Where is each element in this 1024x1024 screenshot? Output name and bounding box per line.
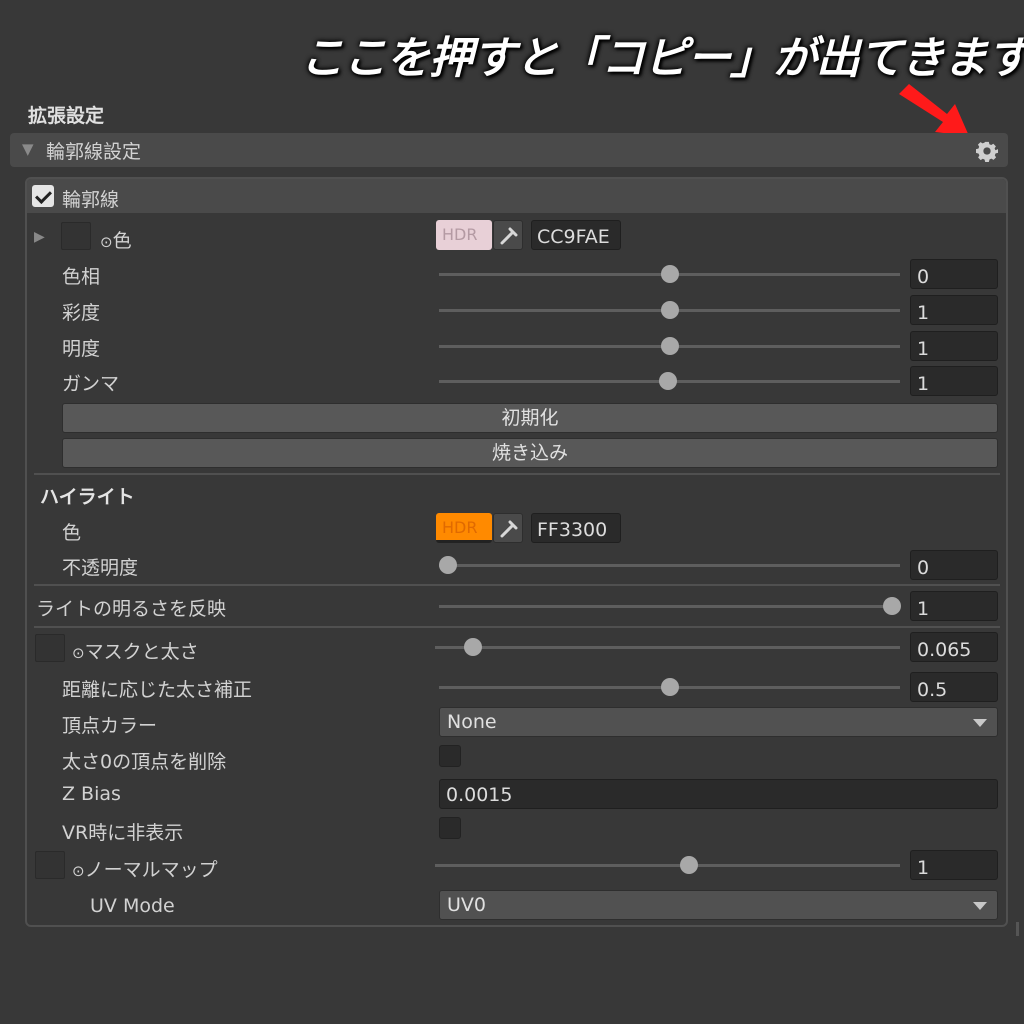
light-reflect-slider-thumb[interactable]	[883, 597, 901, 615]
mask-width-slider-track[interactable]	[435, 646, 900, 649]
z-bias-label: Z Bias	[62, 783, 121, 805]
eyedropper-button[interactable]	[493, 220, 523, 250]
foldout-header[interactable]	[10, 133, 1008, 167]
hue-label: 色相	[62, 266, 101, 288]
brightness-value[interactable]: 1	[910, 331, 998, 361]
outline-panel-header	[27, 179, 1006, 213]
distance-correction-label: 距離に応じた太さ補正	[62, 679, 253, 701]
normal-map-label: ノーマルマップ	[84, 859, 218, 881]
saturation-value[interactable]: 1	[910, 295, 998, 325]
texture-slot[interactable]	[35, 634, 65, 662]
divider	[34, 473, 1000, 475]
distance-correction-value[interactable]: 0.5	[910, 672, 998, 702]
brightness-label: 明度	[62, 338, 101, 360]
texture-circle-icon: ⊙	[72, 644, 85, 662]
mask-width-slider-thumb[interactable]	[464, 638, 482, 656]
gamma-value[interactable]: 1	[910, 366, 998, 396]
light-reflect-label: ライトの明るさを反映	[36, 598, 227, 620]
mask-width-label: マスクと太さ	[84, 641, 199, 663]
foldout-arrow-icon[interactable]: ▼	[22, 140, 34, 158]
outline-color-label: 色	[112, 230, 132, 252]
chevron-down-icon	[973, 902, 987, 910]
eyedropper-button[interactable]	[493, 513, 523, 543]
highlight-color-label: 色	[62, 522, 82, 544]
hide-in-vr-checkbox[interactable]	[439, 817, 461, 839]
saturation-slider-thumb[interactable]	[661, 301, 679, 319]
eyedropper-icon	[500, 227, 518, 245]
highlight-heading: ハイライト	[40, 486, 135, 508]
opacity-slider-track[interactable]	[439, 564, 900, 567]
scrollbar[interactable]	[1016, 922, 1019, 936]
vertex-color-dropdown[interactable]: None	[439, 707, 998, 737]
saturation-label: 彩度	[62, 302, 101, 324]
highlight-color-swatch[interactable]: HDR	[436, 513, 492, 543]
chevron-down-icon	[973, 719, 987, 727]
mask-width-label-row: ⊙マスクと太さ	[72, 637, 199, 664]
texture-slot[interactable]	[35, 851, 65, 879]
gamma-slider-thumb[interactable]	[659, 372, 677, 390]
outline-color-label-row: ⊙色	[100, 226, 132, 253]
outline-color-hex[interactable]: CC9FAE	[531, 220, 621, 250]
outline-toggle-checkbox[interactable]	[32, 185, 54, 207]
light-reflect-slider-track[interactable]	[439, 605, 900, 608]
hdr-label: HDR	[442, 518, 478, 537]
outline-color-swatch[interactable]: HDR	[436, 220, 492, 250]
opacity-value[interactable]: 0	[910, 550, 998, 580]
divider	[34, 626, 1000, 628]
annotation-caption: ここを押すと「コピー」が出てきます	[300, 33, 1024, 84]
section-title: 拡張設定	[28, 105, 105, 127]
brightness-slider-thumb[interactable]	[661, 337, 679, 355]
uv-mode-selected: UV0	[447, 894, 486, 916]
texture-circle-icon: ⊙	[100, 233, 113, 251]
normal-map-slider-track[interactable]	[435, 864, 900, 867]
normal-map-value[interactable]: 1	[910, 850, 998, 880]
expand-arrow-icon[interactable]: ▶	[34, 229, 45, 245]
bake-button[interactable]: 焼き込み	[62, 438, 998, 468]
vertex-color-label: 頂点カラー	[62, 715, 158, 737]
highlight-color-hex[interactable]: FF3300	[531, 513, 621, 543]
foldout-label: 輪郭線設定	[46, 141, 142, 163]
remove-zero-width-label: 太さ0の頂点を削除	[62, 751, 227, 773]
vertex-color-selected: None	[447, 711, 497, 733]
remove-zero-width-checkbox[interactable]	[439, 745, 461, 767]
texture-circle-icon: ⊙	[72, 862, 85, 880]
uv-mode-label: UV Mode	[90, 895, 175, 917]
distance-correction-slider-thumb[interactable]	[661, 678, 679, 696]
mask-width-value[interactable]: 0.065	[910, 632, 998, 662]
opacity-label: 不透明度	[62, 557, 139, 579]
light-reflect-value[interactable]: 1	[910, 591, 998, 621]
uv-mode-dropdown[interactable]: UV0	[439, 890, 998, 920]
divider	[34, 584, 1000, 586]
hue-value[interactable]: 0	[910, 259, 998, 289]
outline-panel	[25, 177, 1008, 927]
hdr-label: HDR	[442, 225, 478, 244]
gamma-label: ガンマ	[62, 373, 120, 395]
normal-map-slider-thumb[interactable]	[680, 856, 698, 874]
hue-slider-thumb[interactable]	[661, 265, 679, 283]
opacity-slider-thumb[interactable]	[439, 556, 457, 574]
reset-button[interactable]: 初期化	[62, 403, 998, 433]
hide-in-vr-label: VR時に非表示	[62, 822, 184, 844]
z-bias-field[interactable]: 0.0015	[439, 779, 998, 809]
texture-slot[interactable]	[61, 222, 91, 250]
gear-icon[interactable]	[975, 140, 999, 162]
eyedropper-icon	[500, 520, 518, 538]
normal-map-label-row: ⊙ノーマルマップ	[72, 855, 218, 882]
outline-toggle-label: 輪郭線	[62, 189, 120, 211]
